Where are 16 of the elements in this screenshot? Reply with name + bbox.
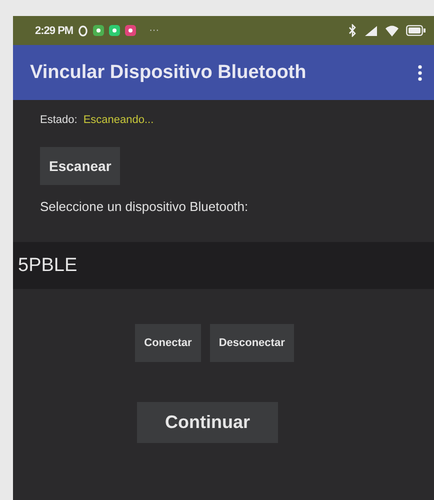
app-title: Vincular Dispositivo Bluetooth	[30, 62, 306, 84]
status-time: 2:29 PM	[35, 24, 74, 36]
continue-button[interactable]: Continuar	[137, 402, 278, 443]
action-button[interactable]: Desconectar	[210, 324, 294, 362]
action-button[interactable]: Conectar	[135, 324, 201, 362]
scan-button[interactable]: Escanear	[40, 147, 120, 185]
status-label: Estado:	[40, 114, 78, 126]
status-value: Escaneando...	[83, 114, 154, 126]
bluetooth-icon	[348, 24, 357, 37]
circle-icon	[78, 24, 88, 36]
wifi-icon	[385, 24, 399, 36]
prompt-text: Seleccione un dispositivo Bluetooth:	[40, 199, 250, 214]
signal-icon	[364, 24, 378, 36]
battery-icon	[406, 25, 426, 36]
more-notifications: ···	[149, 25, 160, 36]
menu-icon	[418, 64, 422, 80]
